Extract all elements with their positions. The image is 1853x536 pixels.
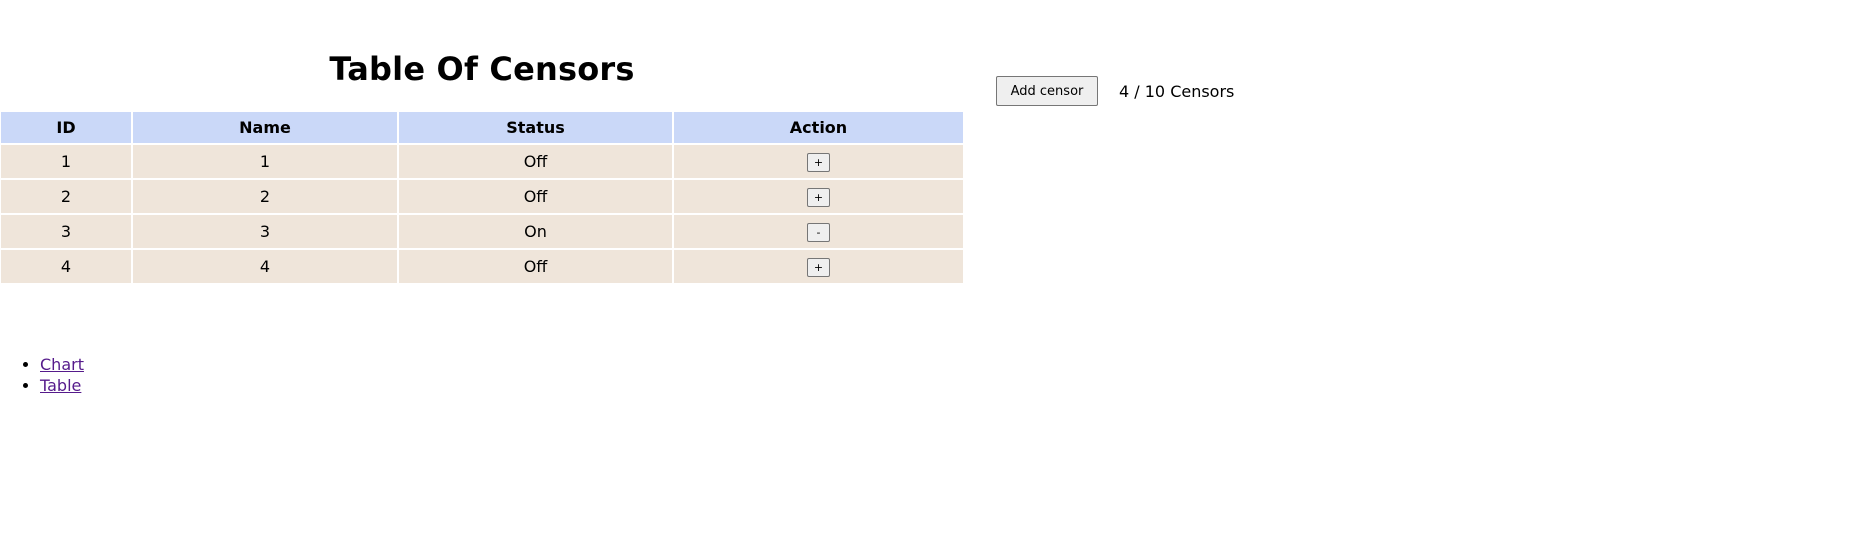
add-censor-button[interactable]: Add censor (996, 76, 1098, 106)
cell-id: 1 (1, 145, 131, 178)
cell-action: + (674, 180, 963, 213)
page: Table Of Censors ID Name Status Action 1… (0, 0, 1853, 536)
table-row: 1 1 Off + (1, 145, 963, 178)
cell-status: Off (399, 145, 672, 178)
censor-count: 4 / 10 Censors (1119, 81, 1235, 101)
table-row: 2 2 Off + (1, 180, 963, 213)
cell-status: Off (399, 180, 672, 213)
cell-name: 3 (133, 215, 397, 248)
nav-links: Chart Table (0, 354, 84, 396)
column-header-action: Action (674, 112, 963, 143)
toggle-off-button[interactable]: - (807, 223, 830, 242)
toggle-on-button[interactable]: + (807, 258, 830, 277)
cell-name: 1 (133, 145, 397, 178)
chart-link[interactable]: Chart (40, 355, 84, 374)
column-header-status: Status (399, 112, 672, 143)
table-header-row: ID Name Status Action (1, 112, 963, 143)
cell-name: 2 (133, 180, 397, 213)
toggle-on-button[interactable]: + (807, 153, 830, 172)
toggle-on-button[interactable]: + (807, 188, 830, 207)
cell-id: 3 (1, 215, 131, 248)
cell-id: 4 (1, 250, 131, 283)
cell-action: - (674, 215, 963, 248)
cell-action: + (674, 145, 963, 178)
page-title: Table Of Censors (329, 50, 635, 88)
censor-toolbar: Add censor 4 / 10 Censors (996, 76, 1234, 106)
cell-status: On (399, 215, 672, 248)
table-row: 3 3 On - (1, 215, 963, 248)
column-header-id: ID (1, 112, 131, 143)
censors-section: Table Of Censors ID Name Status Action 1… (1, 48, 963, 285)
nav-item-chart: Chart (40, 354, 84, 375)
table-row: 4 4 Off + (1, 250, 963, 283)
cell-status: Off (399, 250, 672, 283)
table-link[interactable]: Table (40, 376, 81, 395)
nav-item-table: Table (40, 375, 84, 396)
cell-name: 4 (133, 250, 397, 283)
column-header-name: Name (133, 112, 397, 143)
censors-table: ID Name Status Action 1 1 Off + 2 2 Off … (0, 110, 965, 285)
cell-id: 2 (1, 180, 131, 213)
cell-action: + (674, 250, 963, 283)
